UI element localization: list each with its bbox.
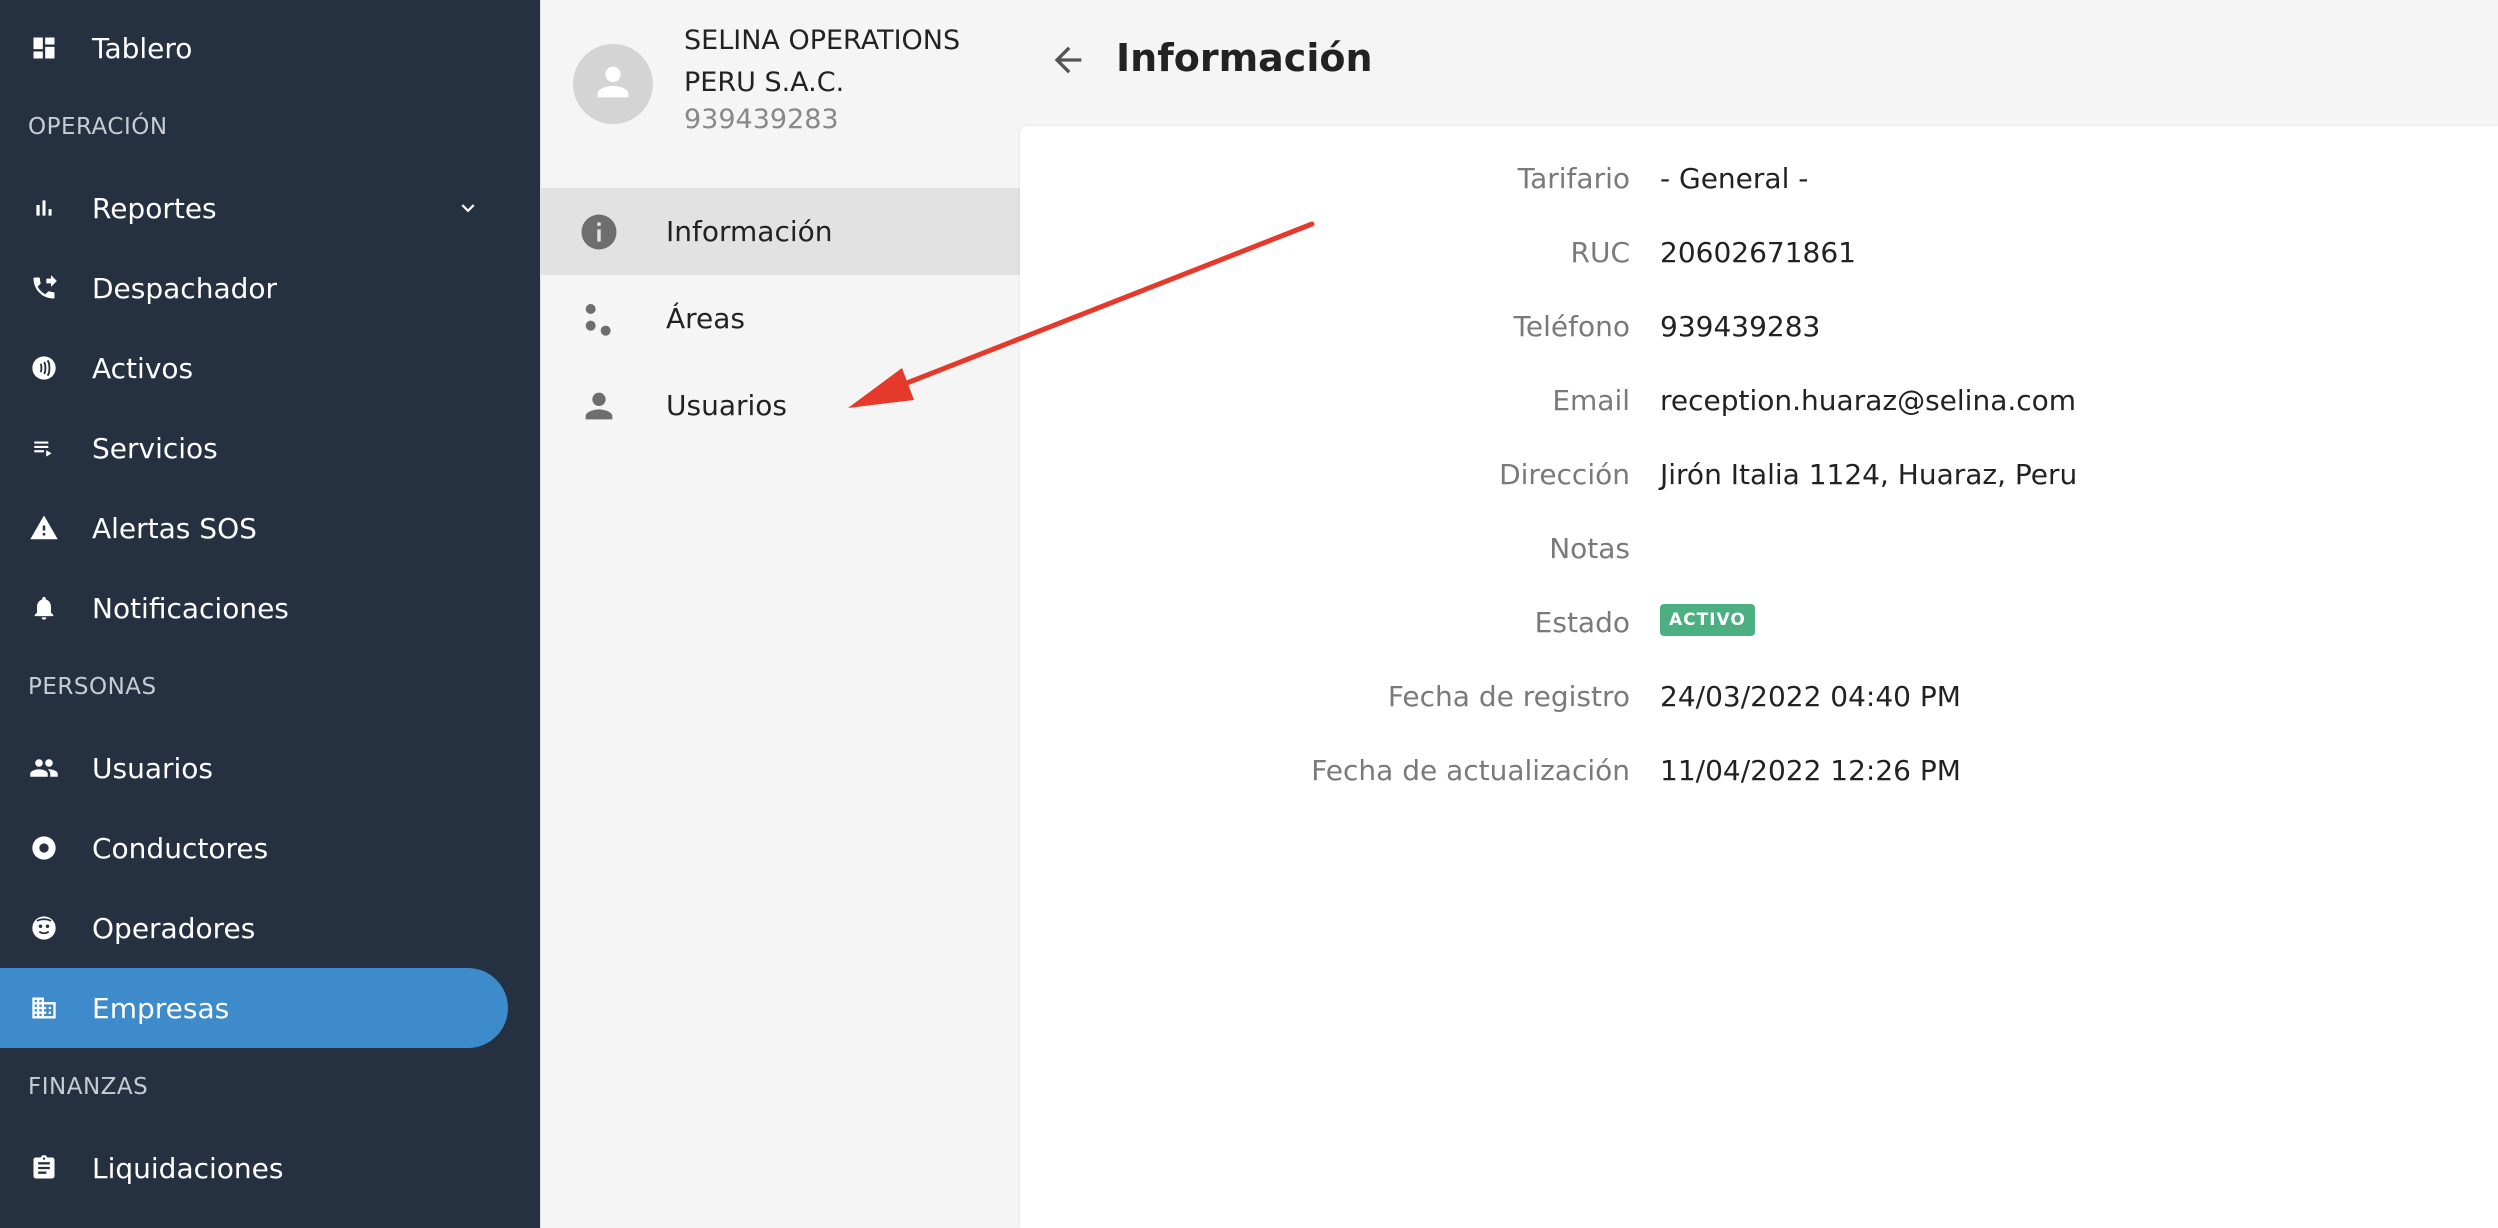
info-label: Fecha de actualización bbox=[1311, 754, 1630, 787]
status-badge: ACTIVO bbox=[1660, 604, 1755, 636]
info-row-ruc: RUC 20602671861 bbox=[1020, 230, 2498, 280]
info-row-fecha-registro: Fecha de registro 24/03/2022 04:40 PM bbox=[1020, 674, 2498, 724]
subnav-item-label: Información bbox=[666, 215, 833, 248]
sidebar-item-label: Servicios bbox=[92, 431, 218, 465]
subnav-item-areas[interactable]: Áreas bbox=[541, 275, 1021, 362]
info-label: Email bbox=[1552, 384, 1630, 417]
clipboard-icon bbox=[28, 1152, 60, 1184]
info-label: Fecha de registro bbox=[1387, 680, 1630, 713]
sidebar-item-label: Conductores bbox=[92, 831, 269, 865]
info-value: reception.huaraz@selina.com bbox=[1660, 384, 2077, 417]
info-row-fecha-actualizacion: Fecha de actualización 11/04/2022 12:26 … bbox=[1020, 748, 2498, 798]
sidebar-item-label: Alertas SOS bbox=[92, 511, 257, 545]
info-icon bbox=[577, 210, 621, 254]
phone-forward-icon bbox=[28, 272, 60, 304]
company-name: SELINA OPERATIONS PERU S.A.C. bbox=[684, 25, 961, 98]
scatter-dots-icon bbox=[577, 297, 621, 341]
sidebar-item-servicios[interactable]: Servicios bbox=[0, 408, 540, 488]
section-label-personas: PERSONAS bbox=[28, 674, 157, 700]
subnav-item-informacion[interactable]: Información bbox=[541, 188, 1021, 275]
section-label-finanzas: FINANZAS bbox=[28, 1074, 149, 1100]
info-label: Tarifario bbox=[1517, 162, 1630, 195]
person-icon bbox=[577, 384, 621, 428]
info-value: 939439283 bbox=[1660, 310, 1821, 343]
bar-chart-icon bbox=[28, 192, 60, 224]
sidebar-item-conductores[interactable]: Conductores bbox=[0, 808, 540, 888]
person-placeholder-icon bbox=[590, 59, 636, 109]
info-label: Notas bbox=[1549, 532, 1630, 565]
sidebar-item-label: Activos bbox=[92, 351, 194, 385]
warning-icon bbox=[28, 512, 60, 544]
steering-wheel-icon bbox=[28, 832, 60, 864]
avatar bbox=[573, 44, 653, 124]
info-row-email: Email reception.huaraz@selina.com bbox=[1020, 378, 2498, 428]
subnav-item-label: Usuarios bbox=[666, 389, 787, 422]
sidebar-item-label: Liquidaciones bbox=[92, 1151, 284, 1185]
info-row-telefono: Teléfono 939439283 bbox=[1020, 304, 2498, 354]
back-button[interactable] bbox=[1044, 38, 1092, 86]
company-phone: 939439283 bbox=[684, 104, 839, 135]
sidebar-item-usuarios[interactable]: Usuarios bbox=[0, 728, 540, 808]
sidebar-item-label: Tablero bbox=[92, 31, 193, 65]
sidebar-item-label: Reportes bbox=[92, 191, 217, 225]
bell-icon bbox=[28, 592, 60, 624]
sidebar-item-tablero[interactable]: Tablero bbox=[0, 8, 540, 88]
page-title: Información bbox=[1116, 36, 1373, 80]
subnav-item-usuarios[interactable]: Usuarios bbox=[541, 362, 1021, 449]
sidebar-item-empresas[interactable]: Empresas bbox=[0, 968, 508, 1048]
playlist-icon bbox=[28, 432, 60, 464]
info-row-notas: Notas bbox=[1020, 526, 2498, 576]
sidebar-item-liquidaciones[interactable]: Liquidaciones bbox=[0, 1128, 540, 1208]
sidebar-item-despachador[interactable]: Despachador bbox=[0, 248, 540, 328]
info-row-tarifario: Tarifario - General - bbox=[1020, 156, 2498, 206]
sidebar-item-alertas-sos[interactable]: Alertas SOS bbox=[0, 488, 540, 568]
sidebar-item-label: Notificaciones bbox=[92, 591, 289, 625]
main-sidebar: Tablero OPERACIÓN Reportes Despachador A… bbox=[0, 0, 540, 1228]
section-label-operacion: OPERACIÓN bbox=[28, 114, 168, 140]
people-icon bbox=[28, 752, 60, 784]
info-row-direccion: Dirección Jirón Italia 1124, Huaraz, Per… bbox=[1020, 452, 2498, 502]
sidebar-item-label: Despachador bbox=[92, 271, 278, 305]
info-value: 20602671861 bbox=[1660, 236, 1856, 269]
info-label: Teléfono bbox=[1513, 310, 1630, 343]
info-value: 11/04/2022 12:26 PM bbox=[1660, 754, 1961, 787]
info-value: - General - bbox=[1660, 162, 1809, 195]
nfc-icon bbox=[28, 352, 60, 384]
sidebar-item-operadores[interactable]: Operadores bbox=[0, 888, 540, 968]
support-agent-icon bbox=[28, 912, 60, 944]
info-value: 24/03/2022 04:40 PM bbox=[1660, 680, 1961, 713]
info-label: Dirección bbox=[1499, 458, 1630, 491]
sidebar-item-label: Operadores bbox=[92, 911, 256, 945]
sidebar-item-label: Empresas bbox=[92, 991, 230, 1025]
sidebar-item-label: Usuarios bbox=[92, 751, 213, 785]
chevron-down-icon[interactable] bbox=[452, 192, 484, 224]
sidebar-item-notificaciones[interactable]: Notificaciones bbox=[0, 568, 540, 648]
business-icon bbox=[28, 992, 60, 1024]
company-info-card: Tarifario - General - RUC 20602671861 Te… bbox=[1020, 126, 2498, 1228]
info-value: Jirón Italia 1124, Huaraz, Peru bbox=[1660, 458, 2078, 491]
info-row-estado: Estado ACTIVO bbox=[1020, 600, 2498, 650]
arrow-left-icon bbox=[1048, 40, 1088, 84]
info-label: Estado bbox=[1534, 606, 1630, 639]
info-label: RUC bbox=[1570, 236, 1631, 269]
sidebar-item-activos[interactable]: Activos bbox=[0, 328, 540, 408]
dashboard-icon bbox=[28, 32, 60, 64]
sidebar-item-reportes[interactable]: Reportes bbox=[0, 168, 540, 248]
subnav-item-label: Áreas bbox=[666, 302, 746, 335]
company-subnav-panel: SELINA OPERATIONS PERU S.A.C. 939439283 … bbox=[540, 0, 1021, 1228]
